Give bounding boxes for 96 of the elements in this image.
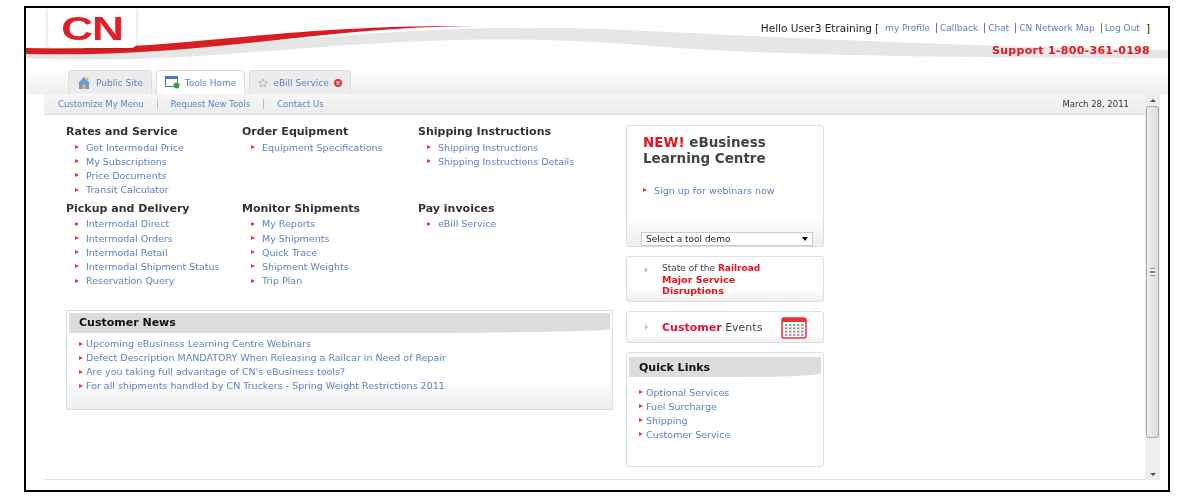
bullet-icon — [75, 173, 79, 178]
disruptions-link[interactable]: Major Service Disruptions — [662, 274, 772, 296]
bullet-icon — [639, 432, 643, 436]
link[interactable]: My Subscriptions — [86, 155, 167, 167]
bracket-text: ] — [1145, 22, 1150, 34]
news-link[interactable]: For all shipments handled by CN Truckers - Spring Weight Restrictions 2011 — [86, 380, 445, 392]
bullet-icon — [251, 236, 255, 241]
header-link[interactable]: Log Out — [1100, 23, 1143, 33]
bullet-icon — [75, 236, 79, 241]
group-title: Pay invoices — [418, 201, 496, 215]
group-title: Monitor Shipments — [242, 201, 362, 215]
bullet-icon — [639, 404, 643, 408]
bullet-icon — [75, 145, 79, 150]
tab[interactable]: Tools Home — [155, 70, 246, 94]
group-title: Rates and Service — [66, 125, 179, 138]
link[interactable]: Equipment Specifications — [262, 141, 383, 153]
bullet-icon — [75, 278, 79, 283]
link[interactable]: eBill Service — [438, 218, 497, 230]
link[interactable]: My Shipments — [262, 232, 330, 244]
quick-link[interactable]: Optional Services — [646, 386, 730, 398]
link[interactable]: Intermodal Orders — [86, 232, 173, 244]
bullet-icon — [79, 355, 83, 360]
bullet-icon — [79, 341, 83, 346]
bullet-icon — [251, 250, 255, 255]
scroll-thumb[interactable] — [1146, 106, 1159, 438]
link[interactable]: Shipping Instructions Details — [438, 155, 575, 167]
date-text: March 28, 2011 — [1062, 99, 1129, 109]
bullet-icon — [427, 145, 431, 150]
sub-nav-link[interactable]: Contact Us — [263, 99, 337, 109]
bracket-text: [ — [875, 22, 880, 34]
close-icon[interactable] — [333, 78, 342, 87]
link[interactable]: Intermodal Retail — [86, 246, 168, 258]
tab[interactable]: eBill Service — [249, 70, 351, 94]
bullet-icon — [75, 221, 79, 226]
link[interactable]: Shipment Weights — [262, 260, 349, 272]
news-link[interactable]: Upcoming eBusiness Learning Centre Webinars — [86, 338, 311, 350]
bullet-icon — [639, 418, 643, 422]
header-link[interactable]: my Profile — [882, 23, 934, 33]
link[interactable]: Quick Trace — [262, 246, 318, 258]
learning-centre-title: NEW! eBusiness Learning Centre — [643, 134, 767, 166]
railroad-title: State of the Railroad — [662, 263, 762, 274]
link[interactable]: Get Intermodal Price — [86, 141, 184, 153]
sub-nav-link[interactable]: Request New Tools — [156, 99, 264, 109]
bullet-icon — [79, 369, 83, 374]
bullet-icon — [75, 187, 79, 192]
star-icon — [258, 77, 269, 88]
house-icon — [77, 75, 91, 90]
link[interactable]: Intermodal Direct — [86, 218, 170, 230]
events-card[interactable]: Customer Events — [626, 311, 824, 343]
quick-links-title: Quick Links — [639, 360, 711, 374]
bullet-icon — [75, 250, 79, 255]
group-title: Shipping Instructions — [418, 125, 553, 138]
link[interactable]: Reservation Query — [86, 275, 175, 287]
greeting-text: Hello User3 Etraining — [760, 22, 872, 34]
header-link[interactable]: Callback — [936, 23, 982, 33]
chevron-icon — [645, 267, 648, 273]
bullet-icon — [643, 188, 647, 193]
quick-link[interactable]: Fuel Surcharge — [646, 400, 717, 412]
link[interactable]: Price Documents — [86, 169, 167, 181]
link[interactable]: Transit Calculator — [86, 184, 169, 196]
support-phone: Support 1-800-361-0198 — [991, 44, 1150, 57]
railroad-card[interactable]: State of the Railroad Major Service Disruptions — [626, 256, 824, 302]
link[interactable]: Trip Plan — [262, 275, 303, 287]
news-link[interactable]: Defect Description MANDATORY When Releasing a Railcar in Need of Repair — [86, 352, 446, 364]
link[interactable]: My Reports — [262, 218, 316, 230]
group-title: Pickup and Delivery — [66, 201, 191, 215]
window-icon — [164, 76, 180, 89]
bullet-icon — [251, 145, 255, 150]
header-link[interactable]: CN Network Map — [1015, 23, 1098, 33]
group-title: Order Equipment — [242, 125, 350, 138]
bullet-icon — [79, 383, 83, 388]
scrollbar[interactable] — [1145, 94, 1160, 480]
quick-link[interactable]: Shipping — [646, 414, 688, 426]
tab[interactable]: Public Site — [68, 70, 152, 94]
calendar-icon — [781, 315, 807, 339]
caret-icon — [802, 237, 808, 242]
logo: CN — [47, 8, 137, 48]
chevron-icon — [645, 324, 648, 330]
news-title: Customer News — [79, 316, 176, 330]
events-title: Customer Events — [662, 320, 764, 334]
quick-link[interactable]: Customer Service — [646, 428, 731, 440]
header-link[interactable]: Chat — [984, 23, 1013, 33]
news-link[interactable]: Are you taking full advantage of CN's eBusiness tools? — [86, 366, 345, 378]
bullet-icon — [427, 221, 431, 226]
bullet-icon — [75, 264, 79, 269]
bullet-icon — [251, 278, 255, 283]
webinar-link[interactable]: Sign up for webinars now — [654, 184, 775, 196]
link[interactable]: Shipping Instructions — [438, 141, 539, 153]
bullet-icon — [427, 159, 431, 164]
bullet-icon — [75, 159, 79, 164]
sub-nav-link[interactable]: Customize My Menu — [58, 99, 157, 109]
bullet-icon — [251, 221, 255, 226]
link[interactable]: Intermodal Shipment Status — [86, 260, 220, 272]
tool-demo-select[interactable]: Select a tool demo — [641, 232, 813, 246]
bullet-icon — [251, 264, 255, 269]
bullet-icon — [639, 390, 643, 394]
